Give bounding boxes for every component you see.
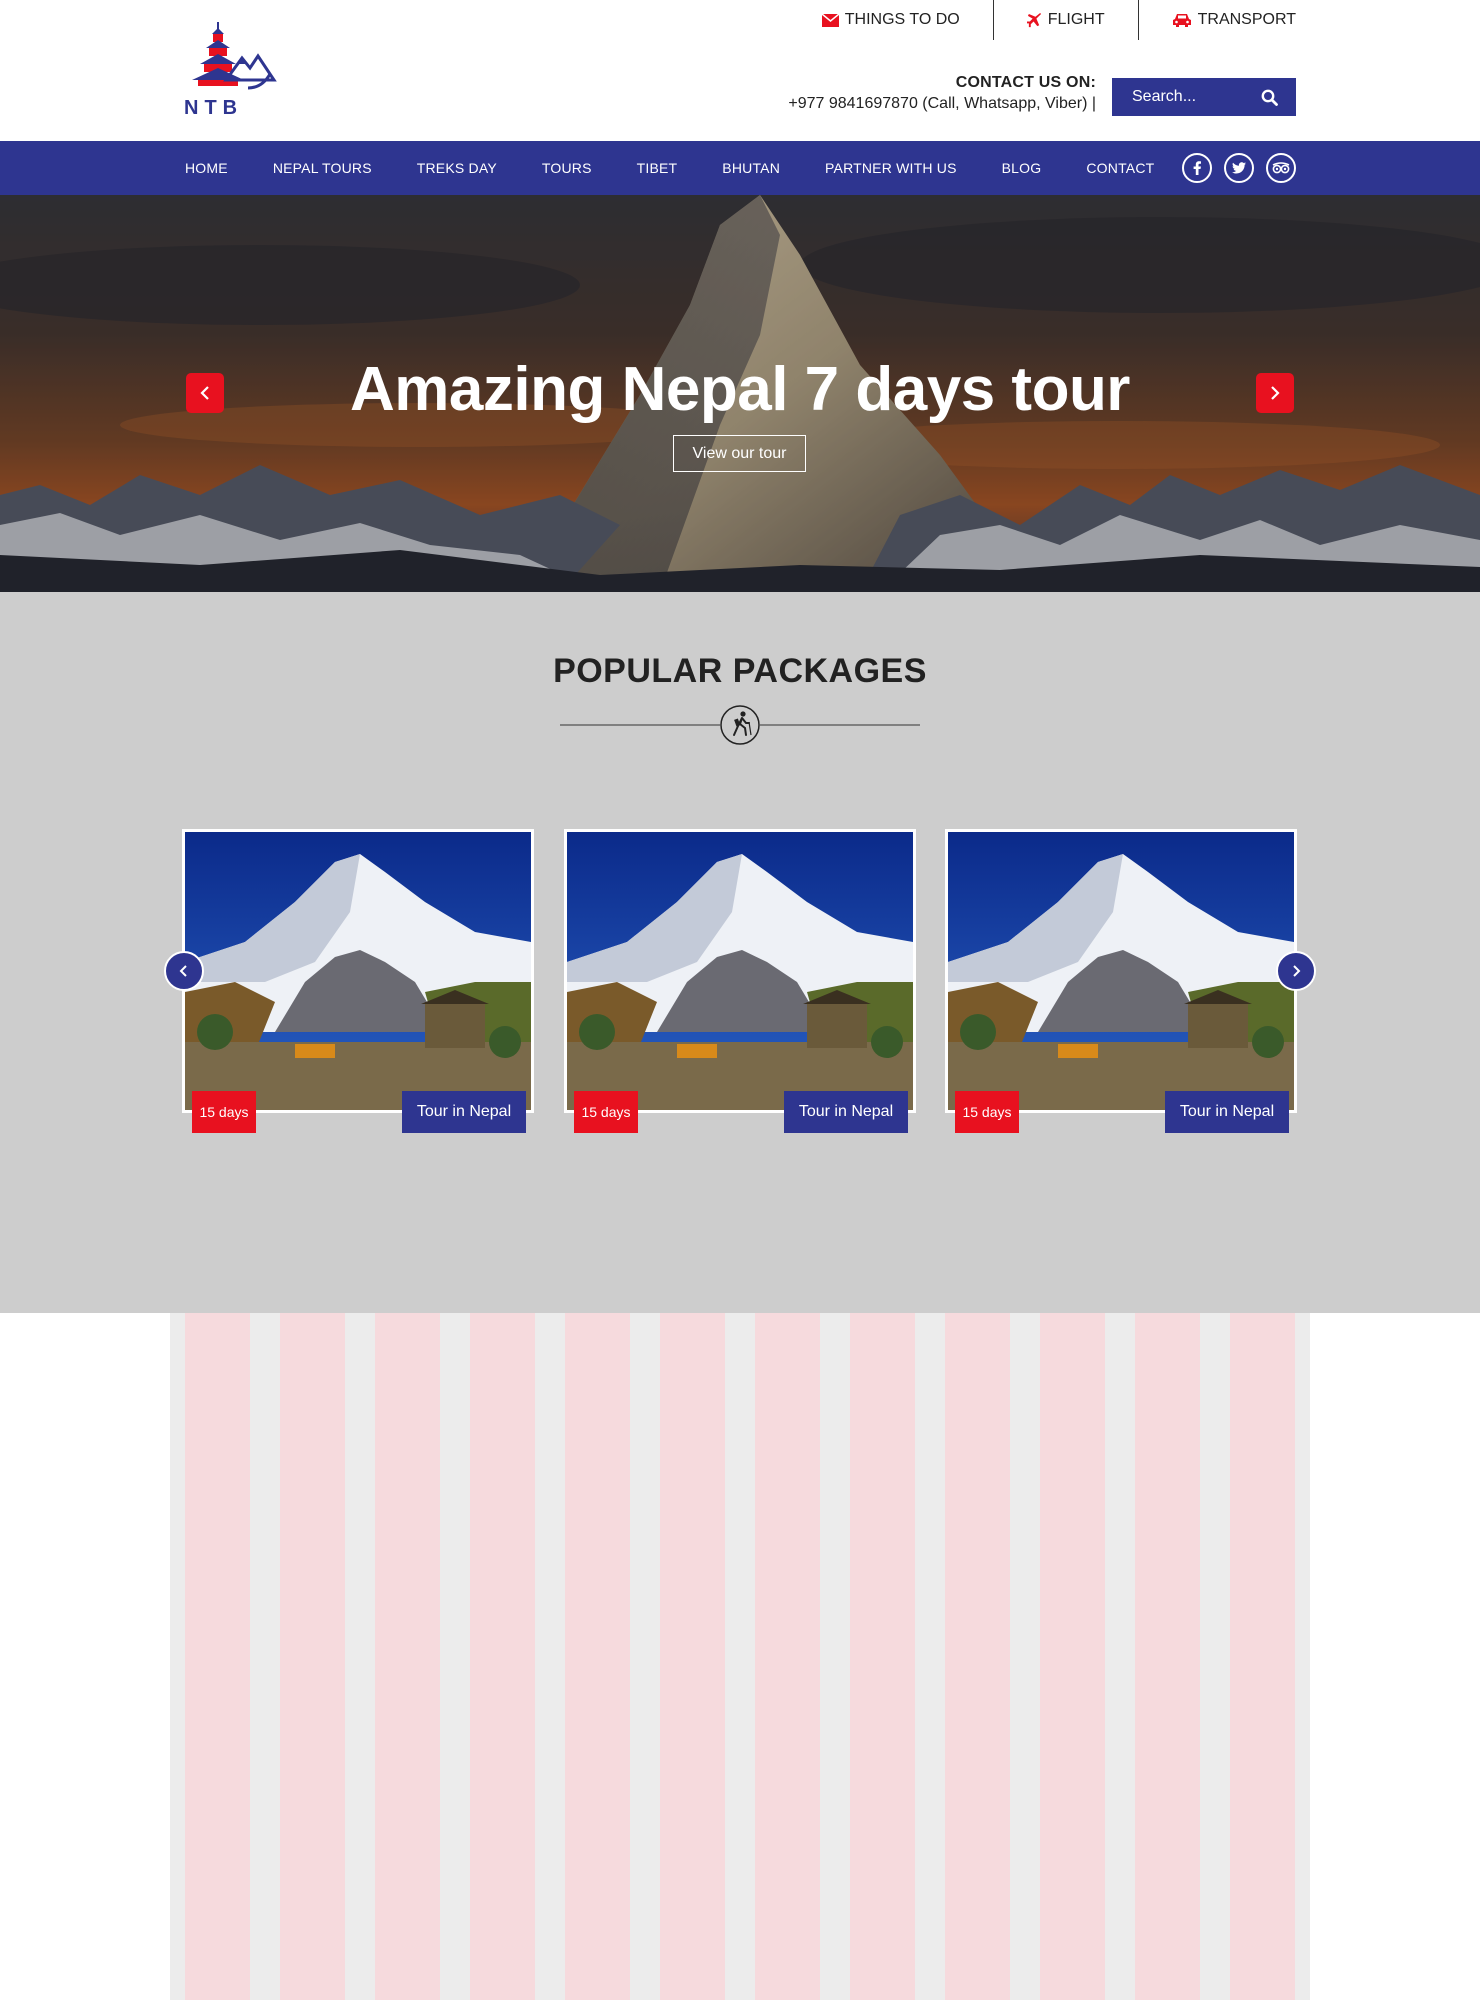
grid-column: [1230, 1313, 1295, 2000]
package-image: [948, 832, 1294, 1110]
page: NTB THINGS TO DO FLIGHT TRANSPORT CONTAC…: [0, 0, 1480, 2000]
grid-column: [1135, 1313, 1200, 2000]
days-badge: 15 days: [574, 1091, 638, 1133]
chevron-right-icon: [1293, 965, 1301, 977]
grid-column: [375, 1313, 440, 2000]
grid-column: [565, 1313, 630, 2000]
envelope-icon: [821, 13, 839, 27]
logo[interactable]: NTB: [178, 18, 282, 122]
package-card[interactable]: 15 days Tour in Nepal: [945, 829, 1297, 1133]
car-icon: [1172, 13, 1191, 27]
grid-column: [945, 1313, 1010, 2000]
carousel-next-button[interactable]: [1276, 951, 1316, 991]
package-image: [185, 832, 531, 1110]
nav-tours[interactable]: TOURS: [542, 160, 592, 176]
package-card[interactable]: 15 days Tour in Nepal: [182, 829, 534, 1133]
nav-partner-with-us[interactable]: PARTNER WITH US: [825, 160, 957, 176]
chevron-left-icon: [200, 386, 209, 400]
search-icon[interactable]: [1261, 89, 1278, 106]
carousel-prev-button[interactable]: [164, 951, 204, 991]
package-image: [567, 832, 913, 1110]
section-divider: [560, 705, 920, 745]
contact-info: CONTACT US ON: +977 9841697870 (Call, Wh…: [788, 74, 1096, 113]
days-badge: 15 days: [955, 1091, 1019, 1133]
header: NTB THINGS TO DO FLIGHT TRANSPORT CONTAC…: [0, 0, 1480, 141]
transport-link[interactable]: TRANSPORT: [1137, 0, 1296, 40]
social-links: [1182, 153, 1296, 183]
contact-label: CONTACT US ON:: [955, 74, 1096, 91]
tripadvisor-icon[interactable]: [1266, 153, 1296, 183]
flight-label: FLIGHT: [1047, 11, 1105, 28]
contact-number: +977 9841697870 (Call, Whatsapp, Viber) …: [788, 95, 1096, 112]
nav-treks-day[interactable]: TREKS DAY: [417, 160, 497, 176]
nav-blog[interactable]: BLOG: [1002, 160, 1042, 176]
nav-contact[interactable]: CONTACT: [1086, 160, 1154, 176]
search-box: [1112, 78, 1296, 116]
logo-text: NTB: [184, 97, 243, 119]
twitter-icon[interactable]: [1224, 153, 1254, 183]
grid-column: [470, 1313, 535, 2000]
hero-prev-button[interactable]: [186, 373, 224, 413]
transport-label: TRANSPORT: [1197, 11, 1296, 28]
popular-packages-section: POPULAR PACKAGES 15 days Tour in Nepal 1…: [0, 592, 1480, 1313]
nav-list: HOME NEPAL TOURS TREKS DAY TOURS TIBET B…: [185, 141, 1199, 195]
nav-bhutan[interactable]: BHUTAN: [722, 160, 780, 176]
package-name[interactable]: Tour in Nepal: [1165, 1091, 1289, 1133]
package-card[interactable]: 15 days Tour in Nepal: [564, 829, 916, 1133]
nav-tibet[interactable]: TIBET: [637, 160, 678, 176]
grid-column: [185, 1313, 250, 2000]
nav-home[interactable]: HOME: [185, 160, 228, 176]
grid-column: [850, 1313, 915, 2000]
nav-nepal-tours[interactable]: NEPAL TOURS: [273, 160, 372, 176]
section-title: POPULAR PACKAGES: [553, 652, 927, 690]
utility-links: THINGS TO DO FLIGHT TRANSPORT: [821, 0, 1296, 40]
hero-slider: Amazing Nepal 7 days tour View our tour: [0, 195, 1480, 592]
grid-column: [280, 1313, 345, 2000]
hero-next-button[interactable]: [1256, 373, 1294, 413]
package-name[interactable]: Tour in Nepal: [402, 1091, 526, 1133]
chevron-left-icon: [179, 965, 187, 977]
things-to-do-label: THINGS TO DO: [844, 11, 960, 28]
search-input[interactable]: [1132, 88, 1252, 106]
chevron-right-icon: [1271, 386, 1280, 400]
things-to-do-link[interactable]: THINGS TO DO: [821, 0, 993, 40]
package-name[interactable]: Tour in Nepal: [784, 1091, 908, 1133]
flight-link[interactable]: FLIGHT: [992, 0, 1138, 40]
hiker-icon: [733, 711, 752, 736]
facebook-icon[interactable]: [1182, 153, 1212, 183]
layout-grid-overlay: [170, 1313, 1310, 2000]
view-tour-button[interactable]: View our tour: [673, 435, 806, 472]
plane-icon: [1026, 12, 1041, 27]
grid-column: [1040, 1313, 1105, 2000]
days-badge: 15 days: [192, 1091, 256, 1133]
grid-column: [660, 1313, 725, 2000]
grid-column: [755, 1313, 820, 2000]
